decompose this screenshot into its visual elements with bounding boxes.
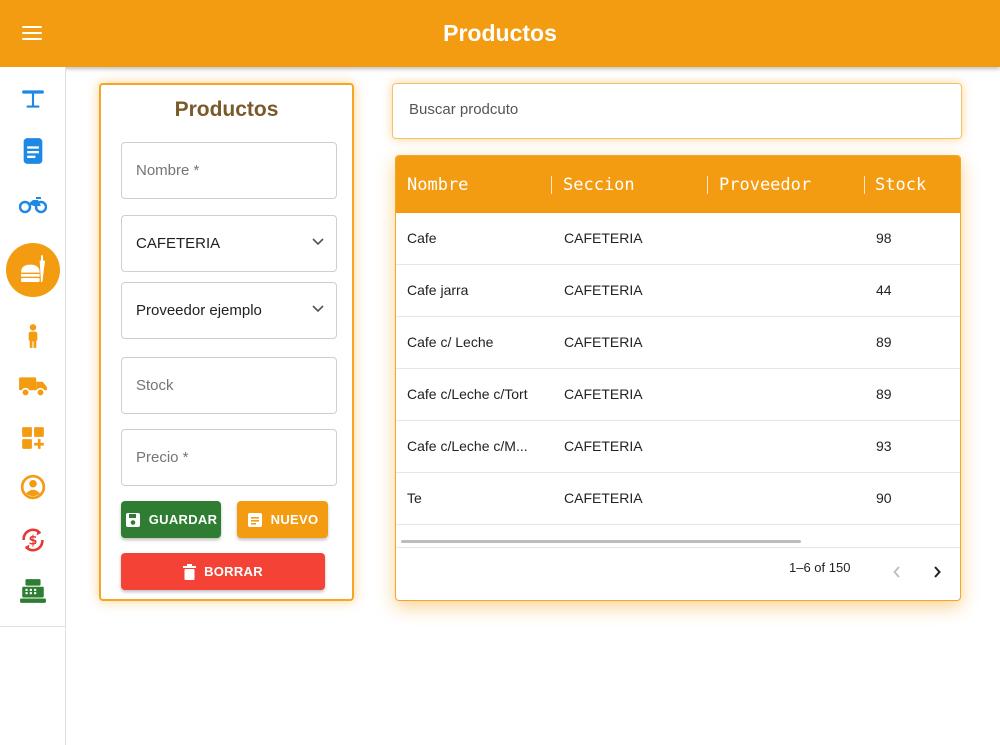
motorcycle-icon[interactable]	[13, 188, 53, 220]
trash-icon	[183, 563, 197, 580]
document-icon[interactable]	[13, 135, 53, 167]
precio-placeholder: Precio *	[136, 449, 189, 466]
pagination-text: 1–6 of 150	[789, 560, 851, 575]
seccion-select[interactable]: CAFETERIA	[121, 215, 337, 272]
product-form-card: Productos Nombre * CAFETERIA Proveedor e…	[99, 83, 354, 601]
cell-seccion: CAFETERIA	[564, 334, 643, 350]
column-separator	[707, 176, 708, 194]
cell-stock: 98	[876, 230, 892, 246]
proveedor-value: Proveedor ejemplo	[136, 302, 262, 319]
side-nav: $	[0, 67, 66, 745]
column-header-proveedor[interactable]: Proveedor	[719, 156, 811, 213]
save-icon	[125, 512, 140, 527]
cash-register-icon[interactable]	[13, 575, 53, 607]
cell-stock: 89	[876, 386, 892, 402]
cell-stock: 89	[876, 334, 892, 350]
seccion-value: CAFETERIA	[136, 235, 221, 252]
app-bar: Productos	[0, 0, 1000, 67]
table-row[interactable]: Cafe c/Leche c/M... CAFETERIA 93	[396, 421, 960, 473]
account-circle-icon[interactable]	[13, 471, 53, 503]
table-icon[interactable]	[13, 83, 53, 115]
proveedor-select[interactable]: Proveedor ejemplo	[121, 282, 337, 339]
cell-stock: 93	[876, 438, 892, 454]
person-icon[interactable]	[13, 320, 53, 352]
precio-input[interactable]: Precio *	[121, 429, 337, 486]
save-button[interactable]: GUARDAR	[121, 501, 221, 538]
chevron-right-icon[interactable]	[927, 562, 947, 582]
column-header-nombre[interactable]: Nombre	[407, 156, 468, 213]
cell-seccion: CAFETERIA	[564, 490, 643, 506]
menu-icon[interactable]	[22, 26, 42, 42]
nombre-placeholder: Nombre *	[136, 162, 200, 179]
table-footer-divider	[396, 547, 960, 548]
column-separator	[551, 176, 552, 194]
cell-stock: 90	[876, 490, 892, 506]
truck-icon[interactable]	[13, 370, 53, 402]
chevron-left-icon[interactable]	[887, 562, 907, 582]
horizontal-scrollbar[interactable]	[401, 540, 801, 543]
cell-seccion: CAFETERIA	[564, 386, 643, 402]
column-header-stock[interactable]: Stock	[875, 156, 926, 213]
stock-placeholder: Stock	[136, 377, 174, 394]
table-row[interactable]: Cafe CAFETERIA 98	[396, 213, 960, 265]
table-row[interactable]: Cafe c/Leche c/Tort CAFETERIA 89	[396, 369, 960, 421]
table-row[interactable]: Cafe jarra CAFETERIA 44	[396, 265, 960, 317]
currency-exchange-icon[interactable]: $	[13, 524, 53, 556]
new-label: NUEVO	[270, 512, 319, 527]
svg-text:$: $	[29, 534, 38, 549]
delete-button[interactable]: BORRAR	[121, 553, 325, 590]
table-row[interactable]: Cafe c/ Leche CAFETERIA 89	[396, 317, 960, 369]
table-header: Nombre Seccion Proveedor Stock	[396, 156, 960, 213]
new-button[interactable]: NUEVO	[237, 501, 328, 538]
add-widget-icon[interactable]	[13, 422, 53, 454]
search-input[interactable]: Buscar prodcuto	[409, 101, 518, 118]
chevron-down-icon	[312, 238, 324, 246]
cell-nombre: Cafe c/Leche c/Tort	[407, 386, 528, 402]
cell-seccion: CAFETERIA	[564, 230, 643, 246]
nav-divider	[0, 626, 65, 627]
note-icon	[247, 512, 262, 527]
table-row[interactable]: Te CAFETERIA 90	[396, 473, 960, 525]
cell-nombre: Cafe c/ Leche	[407, 334, 494, 350]
cell-nombre: Cafe c/Leche c/M...	[407, 438, 528, 454]
save-label: GUARDAR	[148, 512, 218, 527]
fastfood-icon[interactable]	[6, 243, 60, 297]
cell-nombre: Te	[407, 490, 422, 506]
search-card: Buscar prodcuto	[392, 83, 962, 139]
delete-label: BORRAR	[204, 564, 263, 579]
cell-seccion: CAFETERIA	[564, 282, 643, 298]
column-header-seccion[interactable]: Seccion	[563, 156, 635, 213]
stock-input[interactable]: Stock	[121, 357, 337, 414]
cell-seccion: CAFETERIA	[564, 438, 643, 454]
form-title: Productos	[174, 98, 279, 121]
column-separator	[864, 176, 865, 194]
nombre-input[interactable]: Nombre *	[121, 142, 337, 199]
cell-stock: 44	[876, 282, 892, 298]
chevron-down-icon	[312, 305, 324, 313]
products-table: Nombre Seccion Proveedor Stock Cafe CAFE…	[395, 155, 961, 601]
cell-nombre: Cafe jarra	[407, 282, 469, 298]
page-title: Productos	[443, 20, 557, 46]
cell-nombre: Cafe	[407, 230, 437, 246]
